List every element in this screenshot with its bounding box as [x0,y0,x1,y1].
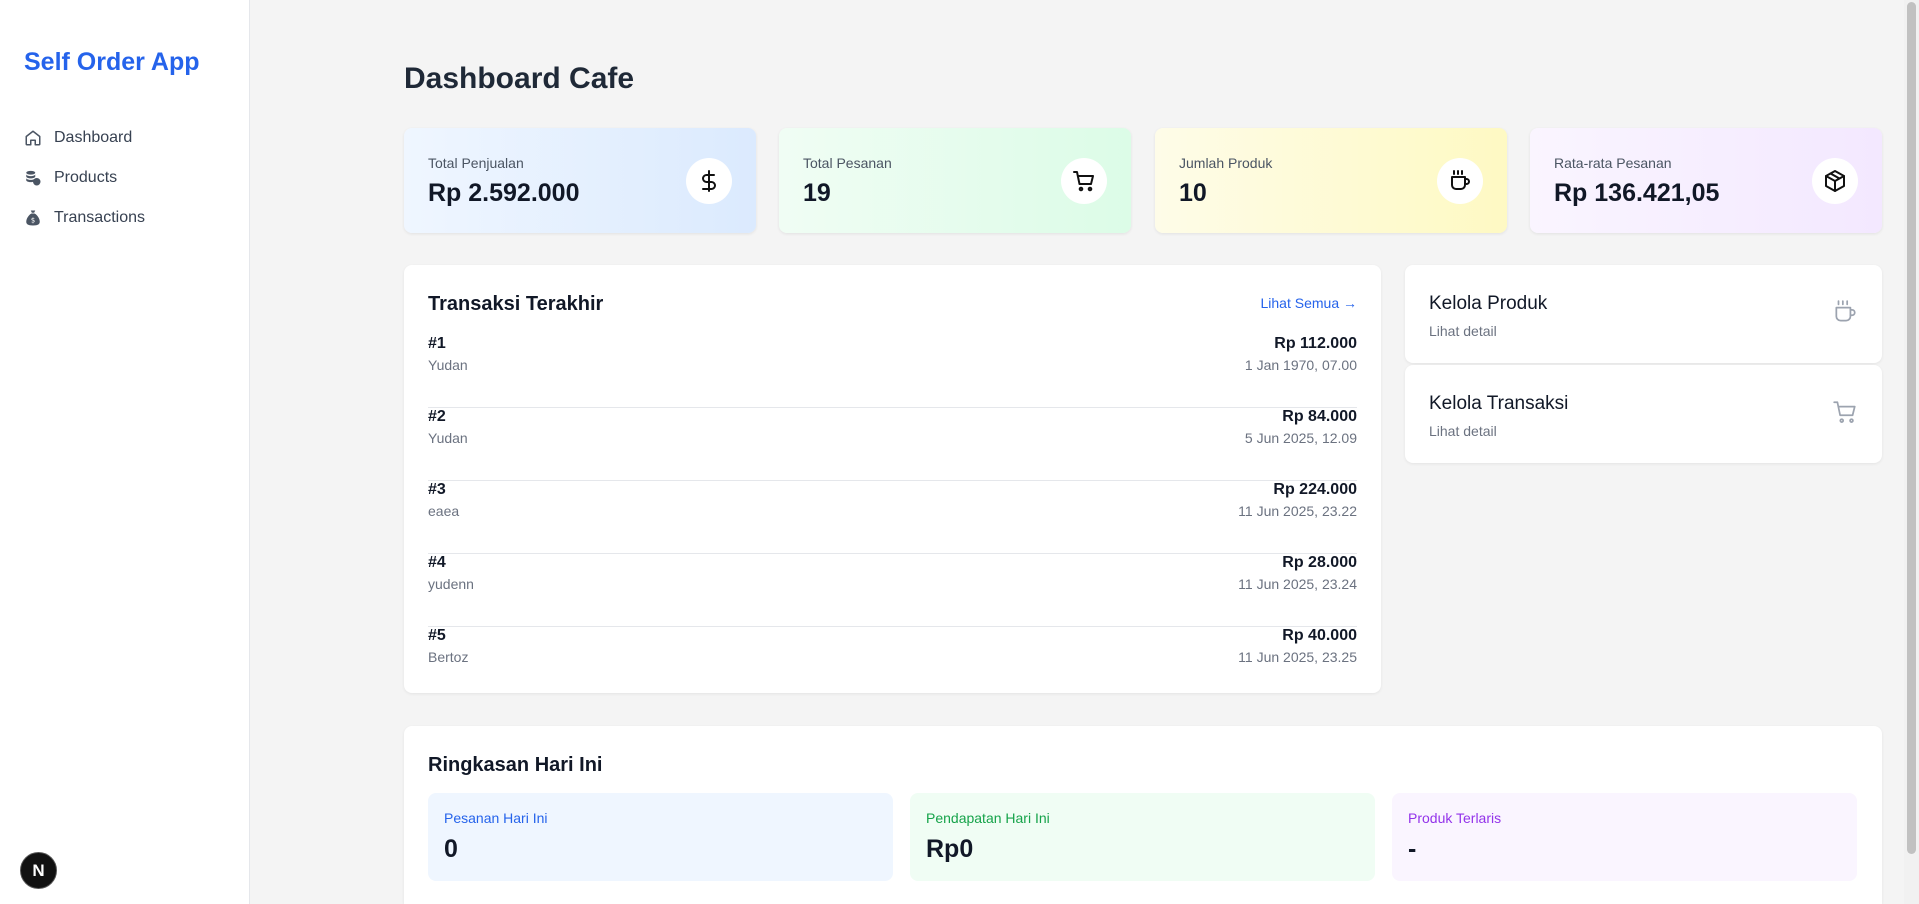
recent-transactions-panel: Transaksi Terakhir Lihat Semua → #1 Yuda… [404,265,1381,693]
coffee-icon [1835,300,1856,322]
summary-label: Pesanan Hari Ini [444,810,548,826]
quick-link-title: Kelola Produk [1429,293,1548,314]
sidebar-item-label: Products [54,169,118,186]
transaction-date: 11 Jun 2025, 23.25 [1238,649,1357,665]
summary-value: Rp0 [926,835,974,863]
quick-link-subtitle: Lihat detail [1429,423,1497,439]
customer-name: Yudan [428,357,468,373]
stat-label: Rata-rata Pesanan [1554,155,1672,171]
sidebar-item-label: Transactions [54,209,145,226]
transaction-row[interactable]: #2 Yudan Rp 84.000 5 Jun 2025, 12.09 [428,408,1357,481]
manage-transactions-card[interactable]: Kelola Transaksi Lihat detail [1405,365,1882,463]
today-summary-panel: Ringkasan Hari Ini Pesanan Hari Ini 0 Pe… [404,726,1882,904]
transactions-list: #1 Yudan Rp 112.000 1 Jan 1970, 07.00 #2… [428,335,1357,700]
stat-card-total-sales: Total Penjualan Rp 2.592.000 [404,128,756,233]
dollar-icon [686,158,732,204]
manage-products-card[interactable]: Kelola Produk Lihat detail [1405,265,1882,363]
scrollbar-thumb[interactable] [1907,2,1916,854]
transaction-date: 11 Jun 2025, 23.22 [1238,503,1357,519]
home-icon [25,130,41,146]
transaction-date: 11 Jun 2025, 23.24 [1238,576,1357,592]
summary-value: 0 [444,835,458,863]
summary-value: - [1408,835,1417,863]
quick-link-subtitle: Lihat detail [1429,323,1497,339]
transaction-amount: Rp 224.000 [1273,481,1357,498]
transaction-amount: Rp 40.000 [1282,627,1357,644]
transaction-id: #1 [428,335,446,352]
summary-card-orders-today: Pesanan Hari Ini 0 [428,793,893,881]
page-title: Dashboard Cafe [404,62,635,95]
summary-card-revenue-today: Pendapatan Hari Ini Rp0 [910,793,1375,881]
transaction-date: 5 Jun 2025, 12.09 [1244,430,1357,446]
dev-tools-badge[interactable]: N [20,852,57,889]
transaction-row[interactable]: #5 Bertoz Rp 40.000 11 Jun 2025, 23.25 [428,627,1357,700]
stat-label: Total Penjualan [428,155,524,171]
summary-card-best-seller: Produk Terlaris - [1392,793,1857,881]
summary-label: Pendapatan Hari Ini [926,810,1050,826]
coffee-icon [1437,158,1483,204]
recent-transactions-title: Transaksi Terakhir [428,293,604,315]
transaction-row[interactable]: #1 Yudan Rp 112.000 1 Jan 1970, 07.00 [428,335,1357,408]
today-summary-title: Ringkasan Hari Ini [428,754,603,776]
transaction-amount: Rp 28.000 [1282,554,1357,571]
money-bag-icon: $ [26,210,40,226]
transaction-id: #3 [428,481,446,498]
sidebar-item-transactions[interactable]: $ Transactions [24,198,145,238]
stat-card-product-count: Jumlah Produk 10 [1155,128,1507,233]
sidebar-item-dashboard[interactable]: Dashboard [24,118,145,158]
sidebar-item-label: Dashboard [54,129,133,146]
page-scrollbar[interactable] [1904,0,1919,904]
stat-value: 10 [1179,179,1207,207]
stat-value: Rp 2.592.000 [428,179,580,207]
see-all-link[interactable]: Lihat Semua → [1261,295,1358,311]
app-brand[interactable]: Self Order App [24,48,200,77]
transaction-amount: Rp 84.000 [1282,408,1357,425]
quick-link-title: Kelola Transaksi [1429,393,1569,414]
summary-label: Produk Terlaris [1408,810,1502,826]
stat-value: 19 [803,179,831,207]
database-icon [26,170,41,186]
sidebar: Self Order App Dashboard Products $ Tran… [0,0,250,904]
transaction-date: 1 Jan 1970, 07.00 [1244,357,1357,373]
transaction-id: #4 [428,554,446,571]
customer-name: eaea [428,503,460,519]
sidebar-nav: Dashboard Products $ Transactions [24,118,145,238]
transaction-id: #5 [428,627,446,644]
customer-name: Bertoz [428,649,469,665]
stat-card-total-orders: Total Pesanan 19 [779,128,1131,233]
sidebar-item-products[interactable]: Products [24,158,145,198]
customer-name: yudenn [428,576,474,592]
package-icon [1812,158,1858,204]
stat-label: Total Pesanan [803,155,892,171]
transaction-row[interactable]: #3 eaea Rp 224.000 11 Jun 2025, 23.22 [428,481,1357,554]
svg-text:$: $ [31,217,35,225]
transaction-id: #2 [428,408,446,425]
stat-value: Rp 136.421,05 [1554,179,1720,207]
transaction-amount: Rp 112.000 [1274,335,1357,352]
customer-name: Yudan [428,430,468,446]
cart-icon [1833,401,1856,423]
stat-label: Jumlah Produk [1179,155,1273,171]
transaction-row[interactable]: #4 yudenn Rp 28.000 11 Jun 2025, 23.24 [428,554,1357,627]
stat-card-average-order: Rata-rata Pesanan Rp 136.421,05 [1530,128,1882,233]
cart-icon [1061,158,1107,204]
